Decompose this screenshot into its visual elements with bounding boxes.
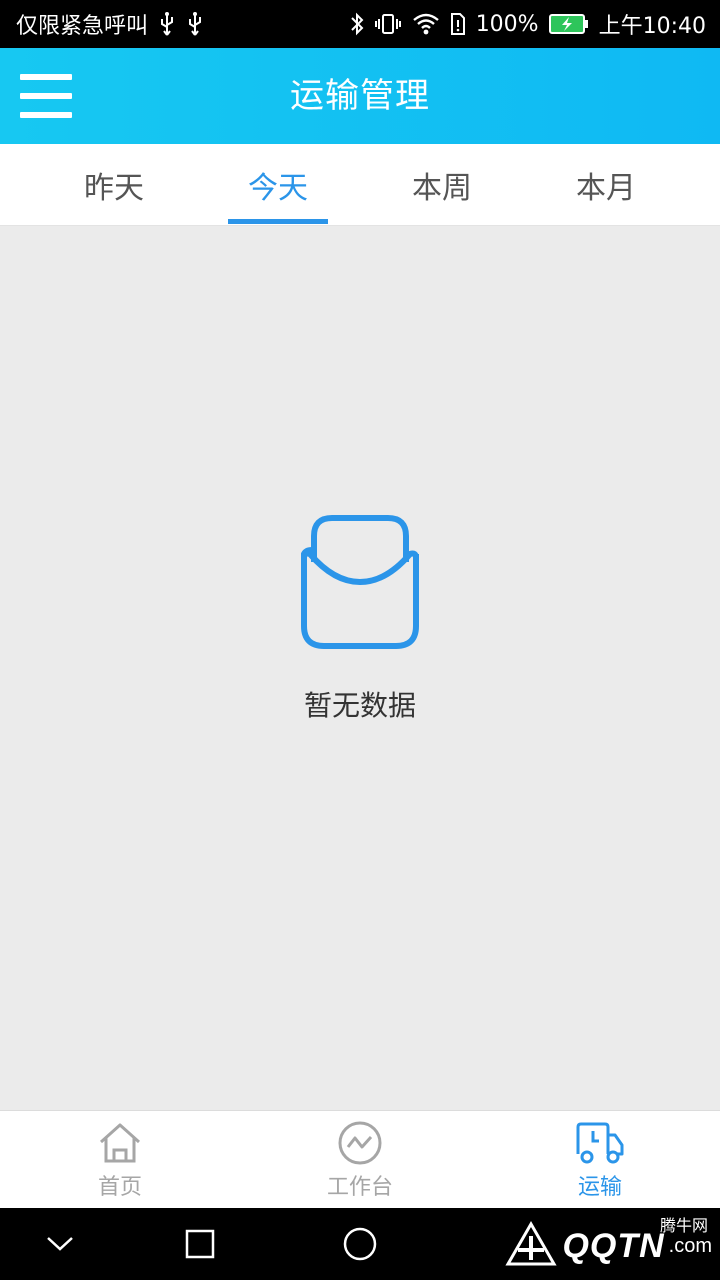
date-range-tabs: 昨天 今天 本周 本月 <box>0 144 720 226</box>
nav-item-transport[interactable]: 运输 <box>480 1111 720 1209</box>
nav-label: 运输 <box>577 1175 622 1200</box>
watermark-cn-name: 腾牛网 <box>659 1216 708 1235</box>
nav-label: 工作台 <box>326 1175 393 1200</box>
wifi-icon <box>412 10 440 38</box>
recents-square-icon[interactable] <box>160 1208 240 1280</box>
usb-icon <box>186 10 204 38</box>
page-title: 运输管理 <box>290 76 430 116</box>
app-header: 运输管理 <box>0 48 720 144</box>
screen: 仅限紧急呼叫 100% 上午10:40 运输管理 昨天 今天 本周 本月 暂无数… <box>0 0 720 1280</box>
watermark-domain: .com <box>668 1234 712 1257</box>
watermark: QQTN .com 腾牛网 <box>504 1216 712 1274</box>
tab-label: 本周 <box>412 171 472 206</box>
status-bar: 仅限紧急呼叫 100% 上午10:40 <box>0 0 720 48</box>
vibrate-icon <box>374 10 402 38</box>
battery-percent: 100% <box>475 11 539 37</box>
tab-underline <box>228 219 328 224</box>
tab-label: 今天 <box>248 171 308 206</box>
usb-icon <box>158 10 176 38</box>
bluetooth-icon <box>350 10 364 38</box>
clock: 上午10:40 <box>598 14 706 39</box>
home-icon <box>98 1119 142 1167</box>
truck-icon <box>575 1119 625 1167</box>
empty-text: 暂无数据 <box>303 689 416 722</box>
back-chevron-icon[interactable] <box>20 1208 100 1280</box>
tab-yesterday[interactable]: 昨天 <box>32 144 196 226</box>
tab-this-week[interactable]: 本周 <box>360 144 524 226</box>
nav-item-workbench[interactable]: 工作台 <box>240 1111 480 1209</box>
watermark-logo-icon <box>504 1220 558 1272</box>
watermark-brand: QQTN <box>562 1226 665 1265</box>
workbench-chart-icon <box>337 1119 383 1167</box>
home-circle-icon[interactable] <box>320 1208 400 1280</box>
bottom-nav: 首页 工作台 运输 <box>0 1110 720 1208</box>
carrier-text: 仅限紧急呼叫 <box>16 14 149 39</box>
empty-state: 暂无数据 <box>0 514 720 724</box>
tab-label: 昨天 <box>84 171 144 206</box>
nav-label: 首页 <box>97 1175 142 1200</box>
status-right: 100% 上午10:40 <box>350 8 706 40</box>
system-nav-bar: QQTN .com 腾牛网 <box>0 1208 720 1280</box>
tab-label: 本月 <box>576 171 636 206</box>
battery-charging-icon <box>548 10 589 38</box>
content-area: 暂无数据 <box>0 226 720 1110</box>
tab-this-month[interactable]: 本月 <box>524 144 688 226</box>
sim-icon <box>450 10 466 38</box>
empty-inbox-icon <box>290 514 430 654</box>
tab-today[interactable]: 今天 <box>196 144 360 226</box>
nav-item-home[interactable]: 首页 <box>0 1111 240 1209</box>
status-left: 仅限紧急呼叫 <box>16 8 204 40</box>
